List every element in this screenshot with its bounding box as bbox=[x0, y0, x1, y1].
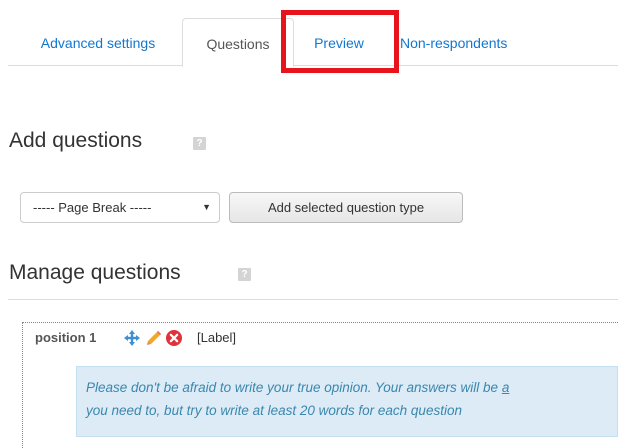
delete-icon[interactable] bbox=[165, 329, 183, 347]
help-icon[interactable]: ? bbox=[193, 137, 206, 150]
question-text: Please don't be afraid to write your tru… bbox=[86, 376, 618, 422]
manage-questions-heading: Manage questions bbox=[9, 261, 181, 284]
question-type-select[interactable]: ----- Page Break ----- ▼ bbox=[20, 192, 220, 223]
question-text-link[interactable]: a bbox=[502, 380, 510, 395]
move-icon[interactable] bbox=[123, 329, 141, 347]
add-questions-heading: Add questions bbox=[9, 129, 143, 152]
divider bbox=[8, 299, 618, 300]
edit-icon[interactable] bbox=[145, 329, 163, 347]
tab-non-respondents[interactable]: Non-respondents bbox=[380, 18, 570, 66]
question-text-line-2: you need to, but try to write at least 2… bbox=[86, 403, 462, 418]
question-text-box: Please don't be afraid to write your tru… bbox=[76, 366, 618, 437]
question-text-line-1: Please don't be afraid to write your tru… bbox=[86, 380, 502, 395]
question-type-select-value: ----- Page Break ----- bbox=[33, 200, 152, 215]
tab-bar: Advanced settings Questions Preview Non-… bbox=[8, 18, 618, 67]
chevron-down-icon: ▼ bbox=[202, 202, 211, 212]
tab-preview[interactable]: Preview bbox=[298, 18, 380, 66]
tab-questions[interactable]: Questions bbox=[182, 18, 294, 67]
question-position-label: position 1 bbox=[35, 330, 97, 345]
question-type-label: [Label] bbox=[197, 330, 237, 345]
tab-advanced-settings[interactable]: Advanced settings bbox=[14, 18, 182, 66]
help-icon[interactable]: ? bbox=[238, 268, 251, 281]
add-selected-question-type-button[interactable]: Add selected question type bbox=[229, 192, 463, 223]
